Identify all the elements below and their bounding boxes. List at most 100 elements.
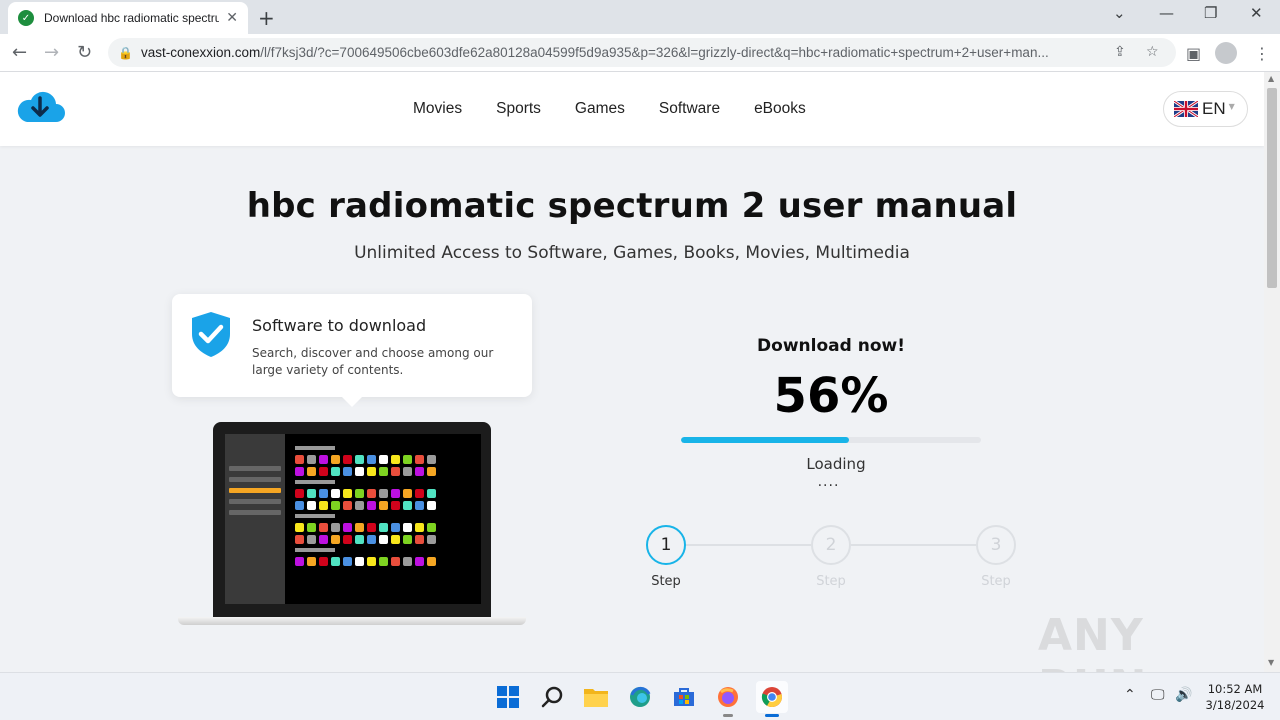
screen-app-tile [379, 557, 388, 566]
step-connector [686, 544, 811, 546]
screen-app-tile [307, 535, 316, 544]
screen-app-tile [295, 467, 304, 476]
screen-app-tile [427, 501, 436, 510]
screen-app-tile [403, 455, 412, 464]
screen-app-tile [295, 523, 304, 532]
screen-tile-row [295, 535, 471, 544]
screen-app-tile [379, 489, 388, 498]
scroll-up-icon[interactable]: ▲ [1268, 74, 1274, 83]
screen-app-tile [427, 455, 436, 464]
screen-app-tile [391, 467, 400, 476]
scroll-down-icon[interactable]: ▼ [1268, 658, 1274, 667]
network-icon[interactable]: 🖵 [1151, 687, 1165, 703]
cloud-download-logo-icon[interactable] [14, 88, 66, 126]
screen-app-tile [343, 535, 352, 544]
card-description: Search, discover and choose among our la… [252, 346, 494, 377]
screen-app-tile [403, 523, 412, 532]
file-explorer-icon[interactable] [580, 681, 612, 713]
step-number: 2 [811, 525, 851, 565]
screen-app-tile [415, 557, 424, 566]
profile-avatar[interactable] [1215, 42, 1237, 64]
volume-icon[interactable]: 🔊 [1175, 687, 1192, 703]
reload-icon[interactable]: ↻ [77, 42, 92, 63]
screen-app-tile [319, 523, 328, 532]
screen-app-tile [331, 557, 340, 566]
forward-arrow-icon[interactable]: → [44, 42, 59, 63]
page-scrollbar[interactable]: ▲ ▼ [1264, 72, 1280, 672]
browser-tab[interactable]: ✓ Download hbc radiomatic spectrum 2 use… [8, 2, 248, 34]
info-card: Software to download Search, discover an… [172, 294, 532, 407]
new-tab-icon[interactable]: + [258, 6, 275, 30]
lock-icon[interactable]: 🔒 [118, 46, 133, 60]
window-close-icon[interactable]: ✕ [1250, 4, 1263, 22]
screen-app-tile [307, 557, 316, 566]
screen-app-tile [367, 523, 376, 532]
screen-tile-row [295, 467, 471, 476]
screen-app-tile [415, 489, 424, 498]
screen-app-tile [415, 523, 424, 532]
system-clock[interactable]: 10:52 AM 3/18/2024 [1200, 681, 1270, 713]
step-2: 2 Step [811, 525, 851, 589]
edge-icon[interactable] [624, 681, 656, 713]
share-icon[interactable]: ⇪ [1114, 44, 1126, 60]
tab-favicon-icon: ✓ [18, 10, 34, 26]
start-icon[interactable] [492, 681, 524, 713]
screen-app-tile [391, 535, 400, 544]
screen-app-tile [391, 523, 400, 532]
loading-dots: .... [817, 474, 840, 490]
screen-app-tile [343, 557, 352, 566]
screen-app-tile [343, 489, 352, 498]
address-bar[interactable]: 🔒 vast-conexxion.com/l/f7ksj3d/?c=700649… [108, 38, 1176, 67]
site-header: Movies Sports Games Software eBooks EN ▼ [0, 72, 1264, 146]
screen-app-tile [367, 535, 376, 544]
tab-search-chevron-icon[interactable]: ⌄ [1113, 4, 1126, 22]
nav-sports[interactable]: Sports [496, 100, 541, 118]
screen-app-tile [343, 523, 352, 532]
loading-status: Loading [806, 455, 866, 473]
screen-app-tile [295, 489, 304, 498]
minimize-icon[interactable]: — [1159, 4, 1174, 22]
screen-app-tile [319, 535, 328, 544]
menu-kebab-icon[interactable]: ⋮ [1254, 44, 1270, 63]
screen-app-tile [319, 467, 328, 476]
chrome-icon[interactable] [756, 681, 788, 717]
bookmark-star-icon[interactable]: ☆ [1146, 44, 1159, 60]
side-panel-icon[interactable]: ▣ [1186, 44, 1201, 63]
screen-app-tile [391, 501, 400, 510]
language-label: EN [1202, 99, 1226, 118]
nav-ebooks[interactable]: eBooks [754, 100, 806, 118]
screen-app-tile [379, 523, 388, 532]
screen-app-tile [403, 501, 412, 510]
active-indicator [765, 714, 779, 717]
screen-app-tile [427, 535, 436, 544]
screen-tile-row [295, 501, 471, 510]
nav-movies[interactable]: Movies [413, 100, 462, 118]
screen-app-tile [415, 467, 424, 476]
anyrun-watermark: ANY RUN [1038, 610, 1146, 672]
screen-app-tile [403, 467, 412, 476]
scroll-thumb[interactable] [1267, 88, 1277, 288]
step-label: Step [651, 574, 681, 589]
screen-app-tile [331, 489, 340, 498]
screen-tile-row [295, 489, 471, 498]
screen-section-heading [295, 446, 335, 450]
language-selector[interactable]: EN ▼ [1163, 91, 1248, 127]
tray-chevron-up-icon[interactable]: ⌃ [1124, 687, 1136, 703]
restore-icon[interactable]: ❐ [1204, 4, 1217, 22]
tab-close-icon[interactable]: ✕ [226, 10, 238, 26]
laptop-illustration [178, 422, 526, 627]
nav-software[interactable]: Software [659, 100, 720, 118]
store-icon[interactable] [668, 681, 700, 713]
url-text[interactable]: vast-conexxion.com/l/f7ksj3d/?c=70064950… [141, 45, 1101, 60]
firefox-icon[interactable] [712, 681, 744, 717]
page-title: hbc radiomatic spectrum 2 user manual [246, 186, 1018, 226]
back-arrow-icon[interactable]: ← [12, 42, 27, 63]
step-3: 3 Step [976, 525, 1016, 589]
screen-section-heading [295, 548, 335, 552]
screen-app-tile [379, 467, 388, 476]
download-percent: 56% [773, 368, 889, 424]
search-icon[interactable] [536, 681, 568, 713]
nav-games[interactable]: Games [575, 100, 625, 118]
step-label: Step [816, 574, 846, 589]
screen-tile-row [295, 557, 471, 566]
